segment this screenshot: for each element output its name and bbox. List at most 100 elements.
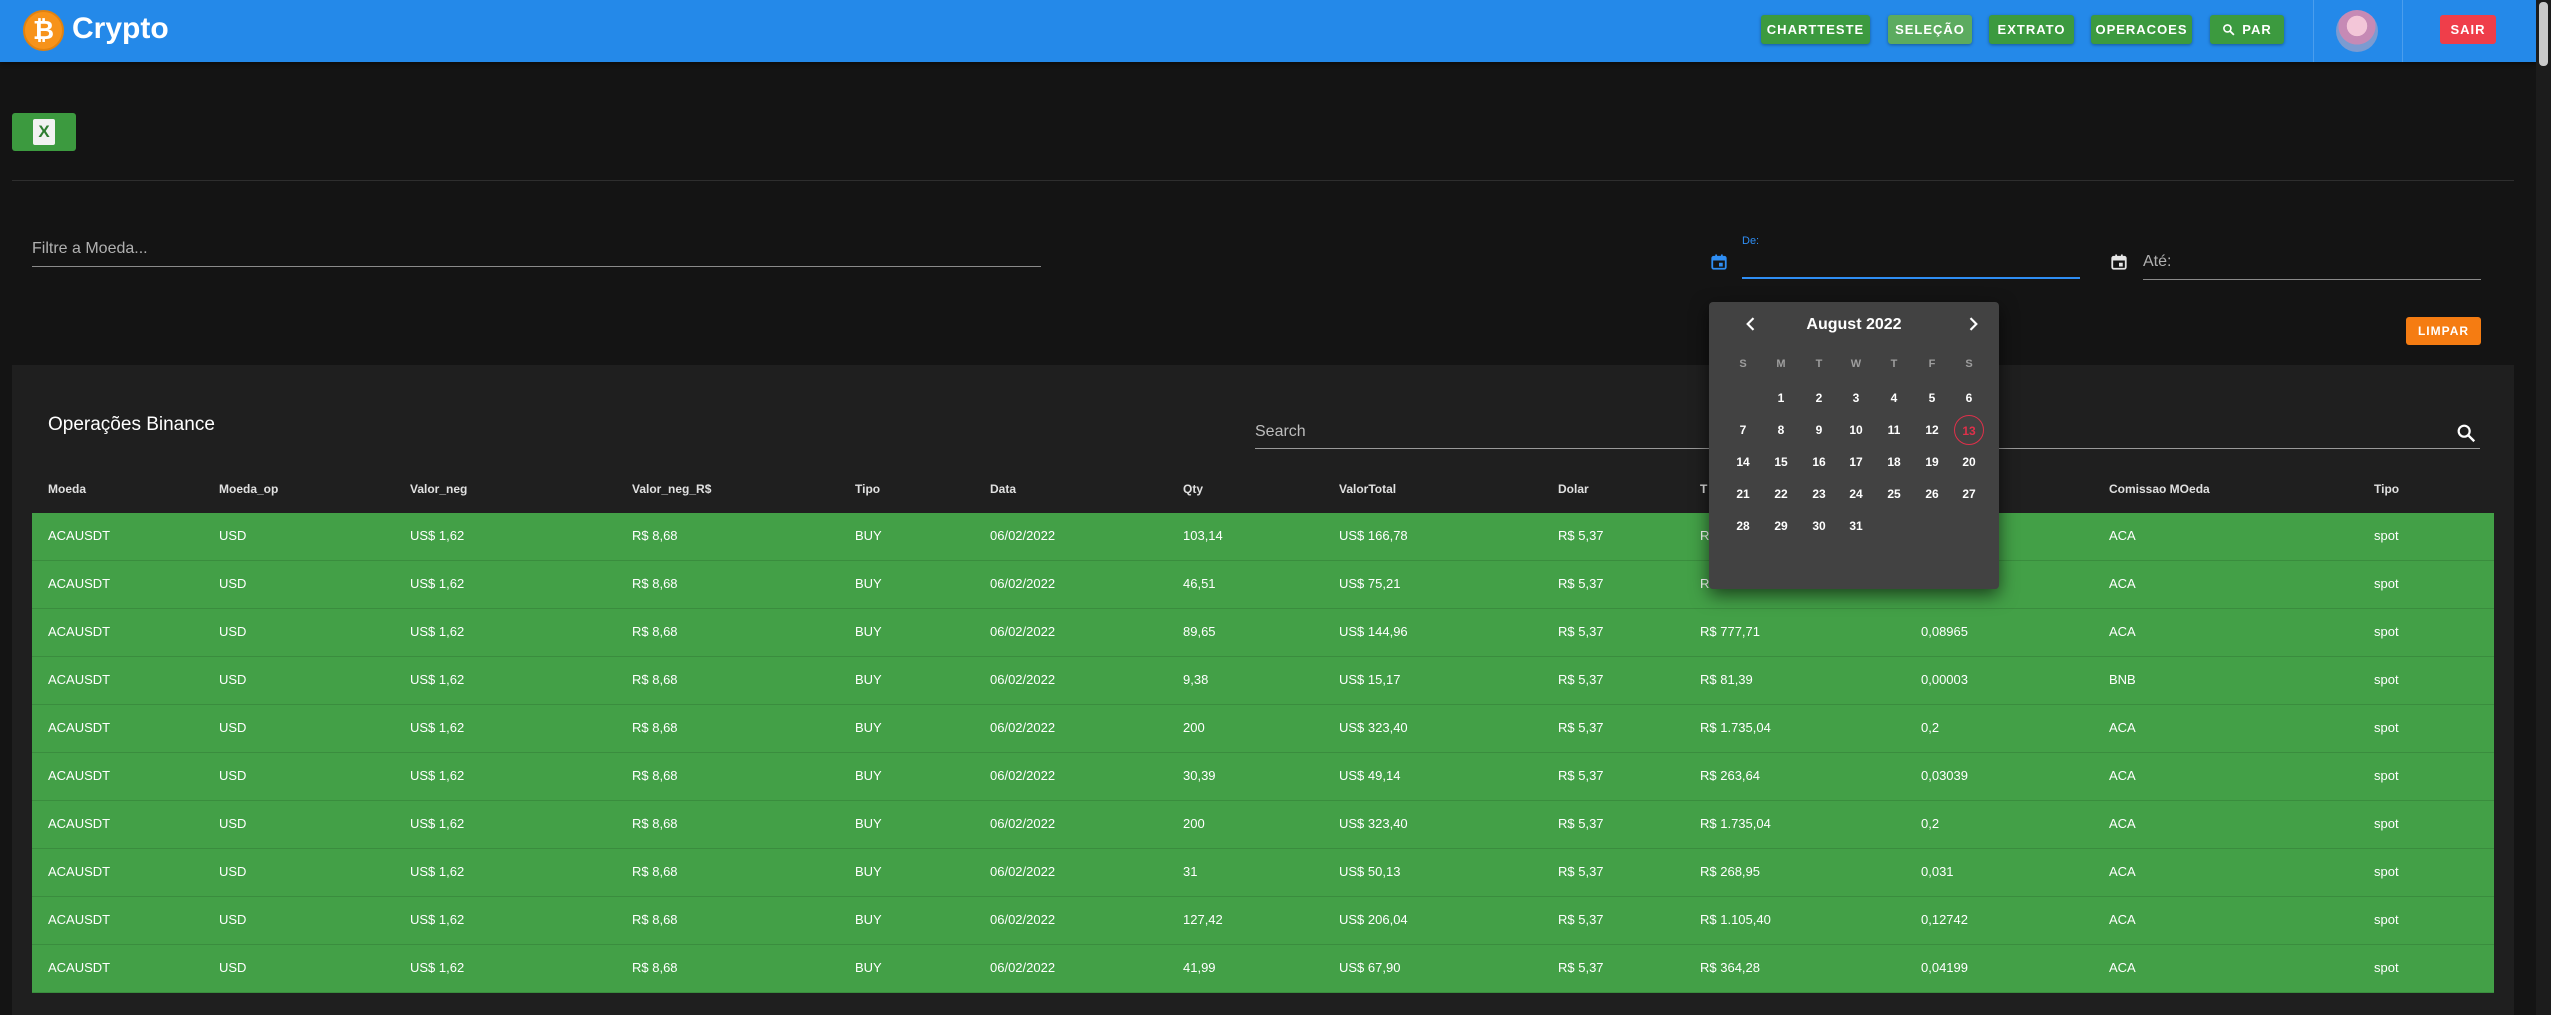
column-header[interactable]: Tipo	[855, 482, 880, 496]
table-cell: US$ 166,78	[1339, 528, 1408, 543]
calendar-day-today[interactable]: 13	[1954, 415, 1984, 445]
calendar-day[interactable]: 16	[1804, 447, 1834, 477]
table-cell: ACAUSDT	[48, 864, 111, 879]
column-header[interactable]: Qty	[1183, 482, 1203, 496]
date-from-input[interactable]	[1742, 277, 2080, 279]
coin-filter-input[interactable]: Filtre a Moeda...	[32, 240, 148, 258]
column-header[interactable]: Dolar	[1558, 482, 1589, 496]
calendar-day[interactable]: 7	[1728, 415, 1758, 445]
page-scrollbar[interactable]	[2536, 0, 2551, 1015]
table-row[interactable]: ACAUSDT USD US$ 1,62 R$ 8,68 BUY 06/02/2022 89…	[32, 609, 2494, 657]
date-to-input[interactable]: Até:	[2143, 253, 2171, 271]
calendar-day[interactable]: 8	[1766, 415, 1796, 445]
table-cell: USD	[219, 960, 247, 975]
calendar-icon[interactable]	[2110, 253, 2128, 271]
table-cell: US$ 1,62	[410, 768, 465, 783]
calendar-day[interactable]: 30	[1804, 511, 1834, 541]
export-excel-button[interactable]: X	[12, 113, 76, 151]
column-header[interactable]: ValorTotal	[1339, 482, 1396, 496]
table-row[interactable]: ACAUSDT USD US$ 1,62 R$ 8,68 BUY 06/02/2022 10…	[32, 513, 2494, 561]
table-cell: ACA	[2109, 720, 2136, 735]
calendar-icon[interactable]	[1710, 253, 1728, 271]
table-row[interactable]: ACAUSDT USD US$ 1,62 R$ 8,68 BUY 06/02/2022 20…	[32, 705, 2494, 753]
search-icon[interactable]	[2455, 422, 2477, 444]
calendar-day[interactable]: 23	[1804, 479, 1834, 509]
nav-chartteste-button[interactable]: CHARTTESTE	[1761, 15, 1870, 44]
table-cell: R$ 5,37	[1558, 624, 1604, 639]
appbar-divider	[2402, 0, 2403, 62]
table-cell: ACAUSDT	[48, 768, 111, 783]
logout-button[interactable]: SAIR	[2440, 15, 2496, 44]
table-cell: BUY	[855, 816, 882, 831]
table-cell: US$ 1,62	[410, 528, 465, 543]
nav-extrato-button[interactable]: EXTRATO	[1989, 15, 2074, 44]
table-cell: 46,51	[1183, 576, 1216, 591]
column-header[interactable]: Data	[990, 482, 1016, 496]
table-cell: R$ 1.735,04	[1700, 720, 1771, 735]
column-header[interactable]: Tipo	[2374, 482, 2399, 496]
calendar-day[interactable]: 15	[1766, 447, 1796, 477]
column-header[interactable]: Moeda	[48, 482, 86, 496]
calendar-day[interactable]: 27	[1954, 479, 1984, 509]
calendar-day[interactable]: 14	[1728, 447, 1758, 477]
table-row[interactable]: ACAUSDT USD US$ 1,62 R$ 8,68 BUY 06/02/2022 31…	[32, 849, 2494, 897]
table-cell: US$ 1,62	[410, 720, 465, 735]
table-cell: spot	[2374, 624, 2399, 639]
nav-operacoes-button[interactable]: OPERACOES	[2091, 15, 2192, 44]
calendar-day[interactable]: 28	[1728, 511, 1758, 541]
table-search-input[interactable]: Search	[1255, 423, 1306, 441]
nav-par-button[interactable]: PAR	[2210, 15, 2284, 44]
scrollbar-thumb[interactable]	[2539, 2, 2548, 66]
table-row[interactable]: ACAUSDT USD US$ 1,62 R$ 8,68 BUY 06/02/2022 30…	[32, 753, 2494, 801]
calendar-day[interactable]: 9	[1804, 415, 1834, 445]
table-row[interactable]: ACAUSDT USD US$ 1,62 R$ 8,68 BUY 06/02/2022 12…	[32, 897, 2494, 945]
table-cell: BUY	[855, 528, 882, 543]
column-header[interactable]: T	[1700, 482, 1707, 496]
table-cell: US$ 15,17	[1339, 672, 1401, 687]
avatar[interactable]	[2336, 10, 2378, 52]
table-cell: 30,39	[1183, 768, 1216, 783]
calendar-day[interactable]: 21	[1728, 479, 1758, 509]
column-header[interactable]: Valor_neg	[410, 482, 467, 496]
table-cell: BNB	[2109, 672, 2136, 687]
calendar-day[interactable]: 1	[1766, 383, 1796, 413]
column-header[interactable]: Comissao MOeda	[2109, 482, 2210, 496]
table-cell: R$ 5,37	[1558, 768, 1604, 783]
table-cell: R	[1700, 528, 1710, 543]
table-row[interactable]: ACAUSDT USD US$ 1,62 R$ 8,68 BUY 06/02/2022 9,…	[32, 657, 2494, 705]
table-row[interactable]: ACAUSDT USD US$ 1,62 R$ 8,68 BUY 06/02/2022 41…	[32, 945, 2494, 993]
calendar-day[interactable]: 2	[1804, 383, 1834, 413]
table-row[interactable]: ACAUSDT USD US$ 1,62 R$ 8,68 BUY 06/02/2022 46…	[32, 561, 2494, 609]
weekday-label: S	[1739, 358, 1747, 370]
chevron-right-icon[interactable]	[1963, 314, 1983, 334]
calendar-day[interactable]: 25	[1879, 479, 1909, 509]
column-header[interactable]: Valor_neg_R$	[632, 482, 711, 496]
calendar-day[interactable]: 4	[1879, 383, 1909, 413]
table-cell: 9,38	[1183, 672, 1209, 687]
calendar-day[interactable]: 12	[1917, 415, 1947, 445]
calendar-day[interactable]: 3	[1841, 383, 1871, 413]
calendar-day[interactable]: 22	[1766, 479, 1796, 509]
calendar-day[interactable]: 29	[1766, 511, 1796, 541]
calendar-day[interactable]: 24	[1841, 479, 1871, 509]
calendar-day[interactable]: 20	[1954, 447, 1984, 477]
table-cell: 41,99	[1183, 960, 1216, 975]
table-row[interactable]: ACAUSDT USD US$ 1,62 R$ 8,68 BUY 06/02/2022 20…	[32, 801, 2494, 849]
calendar-day[interactable]: 10	[1841, 415, 1871, 445]
calendar-day[interactable]: 18	[1879, 447, 1909, 477]
table-cell: US$ 75,21	[1339, 576, 1401, 591]
calendar-day[interactable]: 19	[1917, 447, 1947, 477]
calendar-day[interactable]: 6	[1954, 383, 1984, 413]
app-title[interactable]: Crypto	[72, 12, 169, 46]
calendar-day[interactable]: 26	[1917, 479, 1947, 509]
calendar-day[interactable]: 5	[1917, 383, 1947, 413]
table-cell: US$ 50,13	[1339, 864, 1401, 879]
column-header[interactable]: Moeda_op	[219, 482, 278, 496]
calendar-day[interactable]: 17	[1841, 447, 1871, 477]
table-cell: USD	[219, 912, 247, 927]
table-cell: BUY	[855, 624, 882, 639]
nav-selecao-button[interactable]: SELEÇÃO	[1888, 15, 1972, 44]
calendar-day[interactable]: 31	[1841, 511, 1871, 541]
calendar-day[interactable]: 11	[1879, 415, 1909, 445]
clear-filters-button[interactable]: LIMPAR	[2406, 317, 2481, 345]
